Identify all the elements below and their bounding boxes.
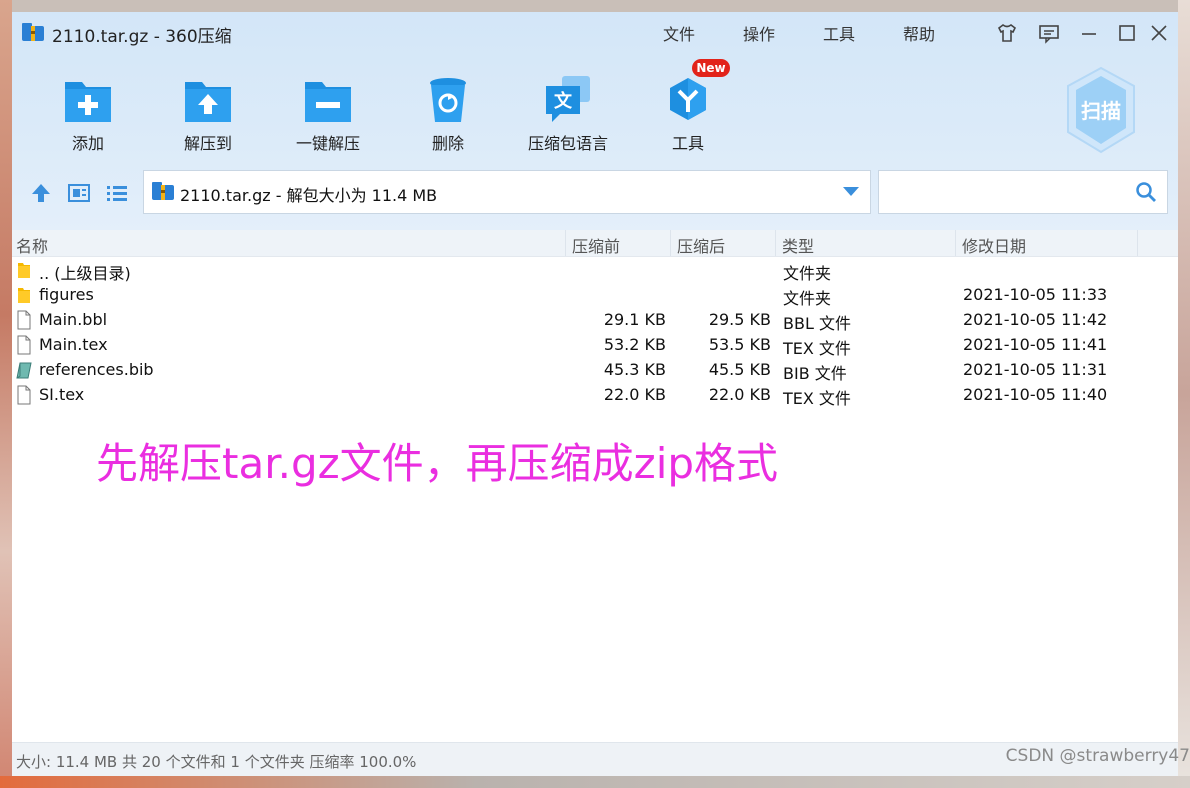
address-bar[interactable]: 2110.tar.gz - 解包大小为 11.4 MB [143,170,871,214]
column-modified[interactable]: 修改日期 [962,233,1026,257]
file-date: 2021-10-05 11:42 [963,310,1108,329]
bib-file-icon [16,362,32,379]
table-row[interactable]: SI.tex 22.0 KB 22.0 KB TEX 文件 2021-10-05… [12,383,1178,408]
delete-label: 删除 [431,134,464,153]
file-size: 53.5 KB [708,335,771,354]
file-name: figures [39,285,94,304]
table-row[interactable]: Main.bbl 29.1 KB 29.5 KB BBL 文件 2021-10-… [12,308,1178,333]
file-size: 22.0 KB [708,385,771,404]
file-icon [17,310,31,330]
tools-button[interactable]: 工具 [638,74,738,170]
column-name[interactable]: 名称 [16,233,48,257]
add-button[interactable]: 添加 [38,74,138,170]
language-icon: 文 [546,76,590,122]
folder-icon [18,288,30,303]
file-date: 2021-10-05 11:41 [963,335,1108,354]
file-type: 文件夹 [783,289,832,308]
file-date: 2021-10-05 11:31 [963,360,1108,379]
one-click-extract-button[interactable]: 一键解压 [278,74,378,170]
table-row[interactable]: figures 文件夹 2021-10-05 11:33 [12,283,1178,308]
thumbnail-view-icon[interactable] [66,180,92,206]
file-type: TEX 文件 [783,339,851,358]
file-name: .. (上级目录) [39,264,131,283]
add-folder-icon [65,82,111,122]
file-type: 文件夹 [783,264,832,283]
maximize-icon[interactable] [1116,22,1138,44]
one-click-extract-label: 一键解压 [295,134,360,153]
new-badge: New [692,59,730,77]
recycle-bin-icon [430,78,466,122]
tools-icon [670,78,706,120]
file-size: 45.5 KB [708,360,771,379]
column-compressed[interactable]: 压缩前 [572,233,620,257]
watermark: CSDN @strawberry47 [1005,746,1190,766]
menu-file[interactable]: 文件 [663,21,695,45]
feedback-icon[interactable] [1038,22,1060,44]
minimize-icon[interactable] [1078,22,1100,44]
add-label: 添加 [71,134,104,153]
scan-shield-icon: 扫描 [1067,66,1135,154]
extract-to-label: 解压到 [183,134,232,153]
table-row[interactable]: references.bib 45.3 KB 45.5 KB BIB 文件 20… [12,358,1178,383]
search-box [878,170,1168,214]
one-click-extract-icon [305,82,351,122]
skin-icon[interactable] [996,22,1018,44]
file-compressed-size: 45.3 KB [603,360,666,379]
file-date: 2021-10-05 11:33 [963,285,1108,304]
file-type: BIB 文件 [783,364,847,383]
file-compressed-size: 53.2 KB [603,335,666,354]
address-path: 2110.tar.gz - 解包大小为 11.4 MB [180,186,438,205]
archive-language-button[interactable]: 文 压缩包语言 [518,74,618,170]
file-compressed-size: 29.1 KB [603,310,666,329]
folder-icon [18,263,30,278]
file-compressed-size: 22.0 KB [603,385,666,404]
menu-tools[interactable]: 工具 [823,21,855,45]
column-uncompressed[interactable]: 压缩后 [677,233,725,257]
archive-app-icon [22,23,44,41]
menu-help[interactable]: 帮助 [903,21,935,45]
close-icon[interactable] [1148,22,1170,44]
file-name: SI.tex [39,385,85,404]
file-icon [17,385,31,405]
table-row[interactable]: .. (上级目录) 文件夹 [12,258,1178,283]
scan-button[interactable]: 扫描 [1064,66,1138,154]
search-icon[interactable] [1135,181,1157,203]
file-type: BBL 文件 [783,314,851,333]
delete-button[interactable]: 删除 [398,74,498,170]
app-window: 2110.tar.gz - 360压缩 文件 操作 工具 帮助 添加 解压到 一… [12,12,1178,776]
window-title: 2110.tar.gz - 360压缩 [52,27,232,47]
menu-operate[interactable]: 操作 [743,21,775,45]
column-type[interactable]: 类型 [782,233,814,257]
file-name: references.bib [39,360,154,379]
chevron-down-icon[interactable] [842,185,860,197]
status-bar: 大小: 11.4 MB 共 20 个文件和 1 个文件夹 压缩率 100.0% [12,742,1178,776]
title-bar: 2110.tar.gz - 360压缩 文件 操作 工具 帮助 [12,12,1178,54]
column-header: 名称 压缩前 压缩后 类型 修改日期 [12,230,1178,257]
annotation-text: 先解压tar.gz文件，再压缩成zip格式 [96,439,779,488]
archive-icon [152,182,174,200]
archive-language-label: 压缩包语言 [527,134,608,153]
file-icon [17,335,31,355]
scan-label: 扫描 [1081,99,1121,123]
table-row[interactable]: Main.tex 53.2 KB 53.5 KB TEX 文件 2021-10-… [12,333,1178,358]
tools-label: 工具 [671,134,704,153]
file-name: Main.bbl [39,310,108,329]
up-arrow-icon[interactable] [28,180,54,206]
file-type: TEX 文件 [783,389,851,408]
svg-text:文: 文 [554,90,573,112]
file-name: Main.tex [39,335,108,354]
extract-to-button[interactable]: 解压到 [158,74,258,170]
list-view-icon[interactable] [104,180,130,206]
search-input[interactable] [887,179,1131,205]
file-date: 2021-10-05 11:40 [963,385,1108,404]
file-size: 29.5 KB [708,310,771,329]
status-text: 大小: 11.4 MB 共 20 个文件和 1 个文件夹 压缩率 100.0% [16,753,417,771]
extract-folder-icon [185,82,231,122]
